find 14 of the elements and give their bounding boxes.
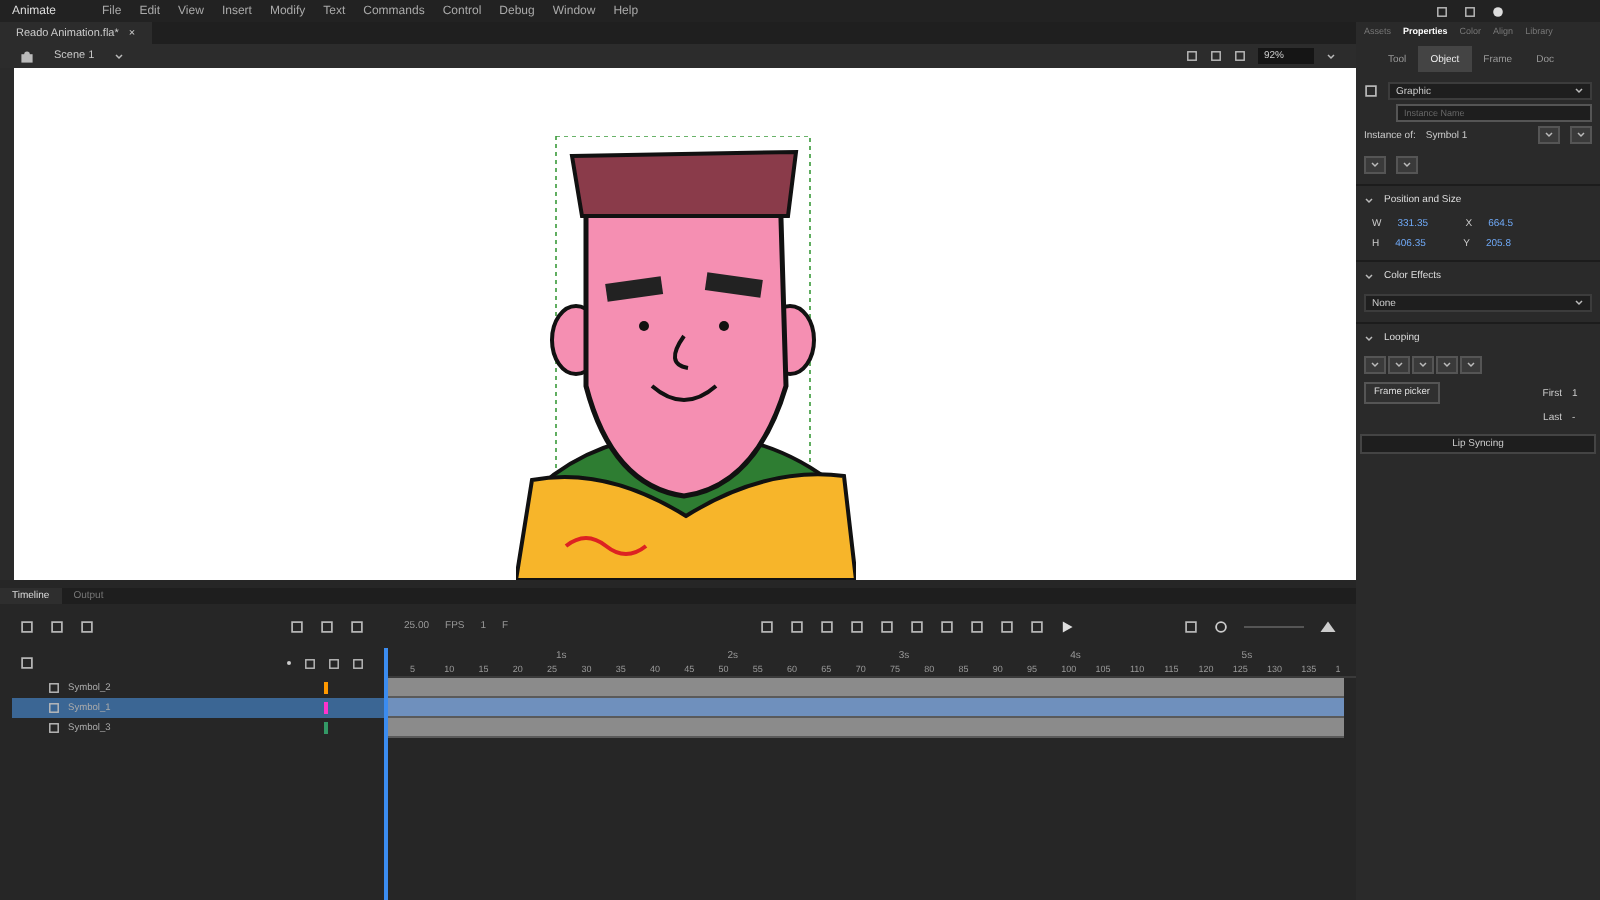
zoom-slider-handle[interactable] (1214, 619, 1228, 633)
chevron-down-icon[interactable] (1326, 51, 1336, 61)
chevron-down-icon[interactable] (1574, 86, 1584, 96)
frame-track[interactable] (384, 718, 1344, 738)
frame-track[interactable] (384, 678, 1344, 698)
clapper-icon[interactable] (20, 49, 34, 63)
chevron-down-icon[interactable] (114, 51, 125, 61)
chevron-down-icon[interactable] (1574, 298, 1584, 308)
chevron-down-icon[interactable] (1364, 333, 1374, 343)
play-icon[interactable] (1060, 619, 1075, 633)
dot-icon[interactable] (286, 660, 292, 666)
chevron-down-icon[interactable] (1364, 195, 1374, 205)
mountain-icon[interactable] (1320, 620, 1336, 632)
chevron-down-icon[interactable] (1364, 271, 1374, 281)
